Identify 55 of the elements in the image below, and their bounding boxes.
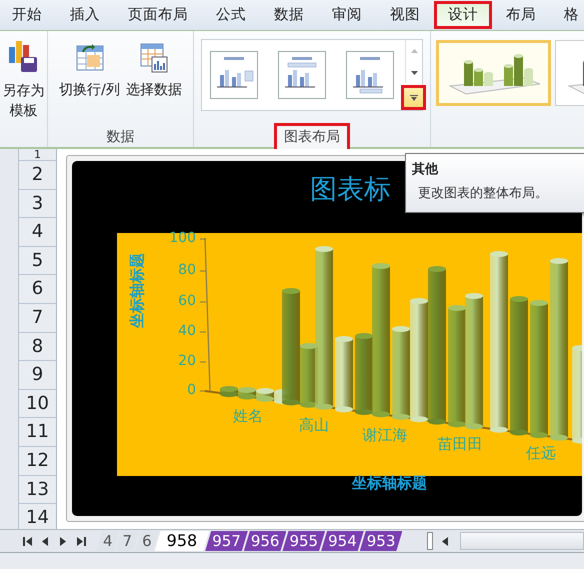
chart-save-icon (8, 39, 39, 73)
category-label: 任远 (525, 444, 557, 463)
sheet-tab[interactable]: 4 (96, 531, 120, 551)
group-label: 图表布局 (274, 123, 350, 152)
table-chart-icon (140, 43, 168, 73)
last-arrow-icon (76, 536, 86, 546)
ribbon-tab[interactable]: 开始 (0, 1, 56, 29)
ribbon-button[interactable]: 切换行/列 (59, 35, 120, 123)
save-as-template-button[interactable]: 另存为模板 (2, 31, 46, 122)
more-arrow-icon (410, 94, 418, 101)
chart-style-thumbnail[interactable] (436, 40, 551, 106)
sheet-tab[interactable]: 957 (205, 531, 248, 551)
ribbon-tab[interactable]: 插入 (56, 1, 114, 29)
ribbon-tab[interactable]: 视图 (376, 1, 434, 29)
ribbon-tab[interactable]: 布局 (492, 1, 550, 29)
category-label: 苗田田 (436, 435, 484, 454)
tab-split-handle[interactable] (427, 532, 433, 550)
horizontal-scrollbar[interactable] (460, 532, 584, 550)
ribbon-tab[interactable]: 设计 (434, 1, 492, 29)
axis-tick-label: 60 (177, 293, 196, 309)
axis-title[interactable]: 坐标轴标题 (352, 474, 427, 493)
up-arrow-icon (410, 48, 418, 53)
right-arrow-icon (60, 536, 66, 546)
ribbon-tab[interactable]: 公式 (202, 1, 260, 29)
table-swap-icon (76, 43, 104, 73)
chart-title[interactable]: 图表标 (310, 171, 391, 207)
ribbon-button[interactable]: 选择数据 (126, 35, 182, 123)
layout-thumbnail[interactable] (346, 51, 394, 99)
ribbon-tab[interactable]: 审阅 (318, 1, 376, 29)
category-label: 姓名 (232, 407, 264, 426)
axis-tick-label: 20 (177, 353, 196, 369)
ribbon-tab[interactable]: 数据 (260, 1, 318, 29)
axis-tick-label: 40 (177, 323, 196, 339)
sheet-tab[interactable]: 953 (360, 531, 402, 551)
left-arrow-icon (442, 536, 448, 546)
axis-tick-label: 80 (177, 262, 196, 278)
sheet-tab[interactable]: 954 (321, 531, 364, 551)
first-arrow-icon (22, 536, 32, 546)
tooltip-text: 更改图表的整体布局。 (417, 185, 549, 202)
category-label: 谢江海 (362, 426, 408, 445)
sheet-tab[interactable]: 956 (244, 531, 286, 551)
axis-tick-label: 100 (168, 230, 196, 246)
category-label: 高山 (298, 416, 330, 435)
left-arrow-icon (42, 536, 48, 546)
layout-thumbnail[interactable] (210, 51, 258, 99)
sheet-tab[interactable]: 955 (282, 531, 326, 551)
more-button[interactable] (401, 85, 426, 110)
group-label: 数据 (106, 128, 136, 147)
axis-tick-label: 0 (186, 382, 196, 398)
sheet-tab[interactable]: 958 (154, 531, 210, 551)
tooltip-title: 其他 (412, 161, 440, 178)
ribbon-tab[interactable]: 页面布局 (114, 1, 202, 29)
down-arrow-icon (410, 70, 418, 75)
layout-thumbnail[interactable] (278, 51, 326, 99)
ribbon-tab[interactable]: 格 (550, 1, 584, 29)
